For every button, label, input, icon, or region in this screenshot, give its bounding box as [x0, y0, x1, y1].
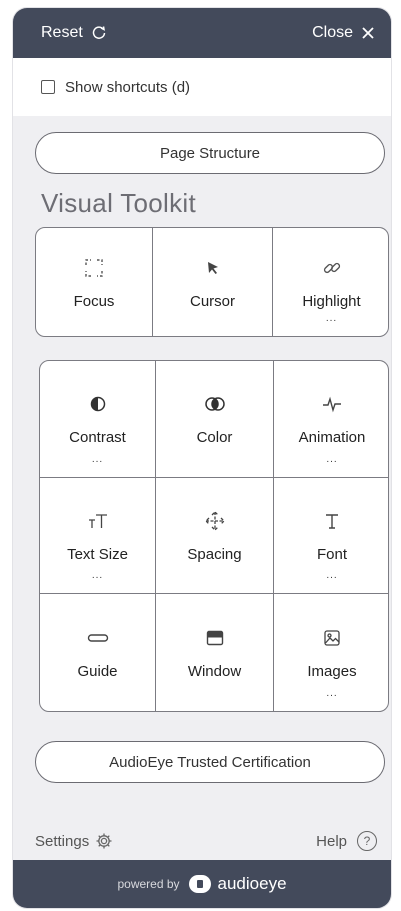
toolkit-title: Visual Toolkit: [41, 188, 196, 218]
focus-icon: [83, 255, 105, 281]
close-label: Close: [312, 24, 353, 41]
shortcuts-toggle[interactable]: Show shortcuts (d): [13, 58, 391, 116]
toolkit-secondary-grid: Contrast ... Color Animation ... Text Si…: [39, 360, 389, 712]
more-indicator: ...: [326, 687, 338, 699]
more-indicator: ...: [326, 453, 338, 465]
text-size-icon: [87, 508, 109, 534]
tool-color[interactable]: Color: [156, 361, 274, 478]
close-button[interactable]: Close: [312, 24, 375, 42]
brand-name: audioeye: [217, 874, 287, 893]
reset-label: Reset: [41, 24, 83, 41]
more-indicator: ...: [326, 570, 338, 582]
audioeye-logo-icon: [188, 874, 212, 894]
color-icon: [204, 391, 226, 417]
certification-button[interactable]: AudioEye Trusted Certification: [35, 741, 385, 783]
more-indicator: ...: [325, 313, 338, 324]
branding-bar: powered by audioeye: [13, 860, 391, 908]
shortcuts-label: Show shortcuts (d): [65, 78, 191, 96]
tool-label: Text Size: [67, 545, 128, 563]
panel-footer: Settings Help ?: [13, 820, 391, 862]
accessibility-panel: Reset Close Show shortcuts (d) Page Stru…: [13, 8, 391, 908]
link-icon: [321, 255, 343, 281]
tool-text-size[interactable]: Text Size ...: [40, 477, 156, 595]
settings-button[interactable]: Settings: [35, 832, 113, 850]
tool-window[interactable]: Window: [156, 594, 274, 711]
help-button[interactable]: Help ?: [316, 831, 377, 851]
help-icon: ?: [357, 831, 377, 851]
tool-label: Font: [316, 545, 347, 563]
tool-cursor[interactable]: Cursor: [153, 228, 273, 336]
tool-label: Spacing: [187, 545, 242, 563]
settings-label: Settings: [35, 832, 90, 850]
refresh-icon: [91, 25, 107, 41]
tool-label: Highlight: [302, 292, 361, 310]
powered-by-label: powered by: [117, 877, 180, 891]
guide-icon: [87, 625, 109, 651]
more-indicator: ...: [91, 453, 104, 465]
tool-animation[interactable]: Animation ...: [274, 361, 388, 478]
tool-guide[interactable]: Guide: [40, 594, 156, 711]
tool-highlight[interactable]: Highlight ...: [273, 228, 388, 336]
gear-icon: [95, 832, 113, 850]
audioeye-logo[interactable]: audioeye: [188, 874, 287, 894]
tool-label: Window: [187, 663, 242, 681]
more-indicator: ...: [91, 570, 104, 582]
toolkit-primary-grid: Focus Cursor Highlight ...: [35, 227, 389, 337]
tool-contrast[interactable]: Contrast ...: [40, 361, 156, 478]
cursor-icon: [204, 255, 222, 281]
shortcuts-checkbox[interactable]: [41, 80, 55, 94]
tool-focus[interactable]: Focus: [36, 228, 153, 336]
contrast-icon: [90, 391, 106, 417]
tool-label: Color: [196, 429, 233, 447]
animation-icon: [321, 391, 343, 417]
tool-label: Images: [307, 663, 357, 681]
font-icon: [323, 508, 341, 534]
tool-label: Animation: [298, 429, 366, 447]
close-icon: [361, 26, 375, 40]
page-structure-button[interactable]: Page Structure: [35, 132, 385, 174]
tool-label: Focus: [73, 292, 115, 310]
window-icon: [206, 625, 224, 651]
images-icon: [323, 625, 341, 651]
tool-label: Guide: [77, 663, 118, 681]
help-label: Help: [316, 832, 347, 850]
tool-images[interactable]: Images ...: [274, 594, 388, 711]
spacing-icon: [204, 508, 226, 534]
reset-button[interactable]: Reset: [41, 24, 107, 42]
tool-font[interactable]: Font ...: [274, 478, 388, 595]
help-glyph: ?: [363, 834, 371, 848]
tool-label: Cursor: [189, 292, 235, 310]
panel-header: Reset Close: [13, 8, 391, 58]
tool-label: Contrast: [69, 429, 126, 447]
tool-spacing[interactable]: Spacing: [156, 477, 274, 595]
